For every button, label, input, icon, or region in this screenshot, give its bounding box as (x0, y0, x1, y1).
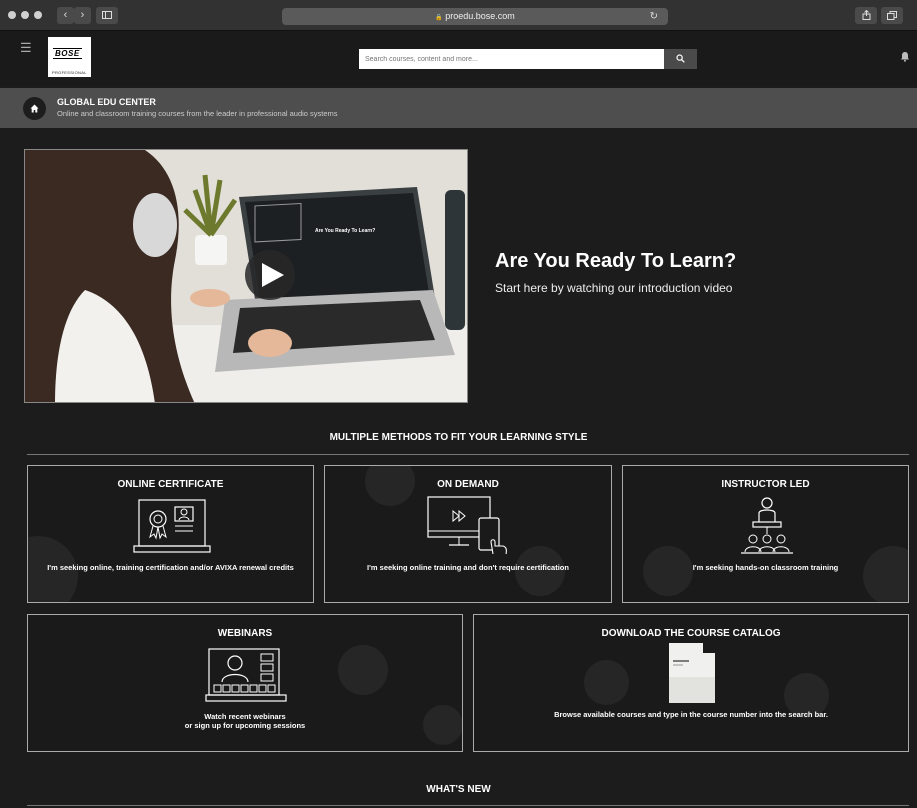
online-certificate-icon (133, 499, 211, 553)
hero-subtitle: Start here by watching our introduction … (495, 281, 733, 295)
video-screen-text: Are You Ready To Learn? (315, 228, 375, 234)
card-description-line: Watch recent webinars (204, 712, 286, 721)
search-button[interactable] (664, 49, 697, 69)
window-close-button[interactable] (8, 11, 16, 19)
card-description: I'm seeking hands-on classroom training (692, 563, 839, 572)
share-button[interactable] (855, 7, 877, 24)
online-certificate-card[interactable]: ONLINE CERTIFICATE I'm seeking online, t… (27, 465, 314, 603)
section-heading-whats-new: WHAT'S NEW (426, 784, 491, 795)
webinars-card[interactable]: WEBINARS Watch recent webinars or sign u… (27, 614, 463, 752)
reload-icon[interactable]: ↻ (650, 8, 658, 25)
card-title: DOWNLOAD THE COURSE CATALOG (601, 628, 781, 639)
hero-title: Are You Ready To Learn? (495, 250, 737, 272)
address-text: proedu.bose.com (445, 11, 515, 21)
background-decoration (338, 645, 388, 695)
logo-subtitle: PROFESSIONAL (52, 70, 87, 75)
card-description: Watch recent webinars or sign up for upc… (28, 712, 462, 730)
webinar-icon (205, 648, 287, 702)
card-title: ON DEMAND (437, 479, 499, 490)
address-bar[interactable]: 🔒 proedu.bose.com ↻ (282, 8, 668, 25)
instructor-led-card[interactable]: INSTRUCTOR LED I'm seeking hands-on clas… (622, 465, 909, 603)
course-catalog-card[interactable]: DOWNLOAD THE COURSE CATALOG Browse avail… (473, 614, 909, 752)
course-catalog-thumbnail[interactable] (669, 643, 715, 703)
card-description: I'm seeking online training and don't re… (367, 563, 569, 572)
section-heading-methods: MULTIPLE METHODS TO FIT YOUR LEARNING ST… (329, 432, 588, 443)
card-description-line: or sign up for upcoming sessions (184, 721, 306, 730)
section-divider (27, 454, 909, 455)
page-title: GLOBAL EDU CENTER (57, 97, 156, 107)
sidebar-icon (102, 11, 112, 19)
window-minimize-button[interactable] (21, 11, 29, 19)
card-title: INSTRUCTOR LED (721, 479, 810, 490)
search-icon (676, 54, 685, 63)
instructor-led-icon (741, 497, 793, 554)
card-title: ONLINE CERTIFICATE (117, 479, 224, 490)
bose-logo[interactable]: BOSE PROFESSIONAL (48, 37, 91, 77)
video-thumbnail: Are You Ready To Learn? (25, 150, 467, 402)
tabs-icon (887, 11, 897, 20)
forward-button[interactable]: › (74, 7, 91, 24)
window-zoom-button[interactable] (34, 11, 42, 19)
menu-icon[interactable]: ☰ (20, 40, 32, 56)
page-description: Online and classroom training courses fr… (57, 109, 338, 118)
page-banner: GLOBAL EDU CENTER Online and classroom t… (0, 88, 917, 128)
notification-bell-icon[interactable] (900, 51, 910, 65)
lock-icon: 🔒 (435, 15, 443, 21)
intro-video-player[interactable]: Are You Ready To Learn? (24, 149, 468, 403)
home-icon (30, 104, 39, 113)
search-input[interactable] (359, 49, 664, 69)
background-decoration (863, 546, 908, 602)
card-title: WEBINARS (217, 628, 273, 639)
section-divider (27, 805, 909, 806)
on-demand-icon (427, 496, 507, 555)
card-description: I'm seeking online, training certificati… (47, 563, 294, 572)
back-button[interactable]: ‹ (57, 7, 74, 24)
sidebar-toggle-button[interactable] (96, 7, 118, 24)
tabs-button[interactable] (881, 7, 903, 24)
share-icon (862, 9, 870, 20)
browser-toolbar: ‹ › 🔒 proedu.bose.com ↻ (0, 0, 917, 31)
home-button[interactable] (23, 97, 46, 120)
background-decoration (584, 660, 629, 705)
logo-brand: BOSE (53, 48, 82, 59)
site-header: ☰ BOSE PROFESSIONAL (0, 31, 917, 86)
on-demand-card[interactable]: ON DEMAND I'm seeking online training an… (324, 465, 612, 603)
card-description: Browse available courses and type in the… (554, 710, 828, 719)
